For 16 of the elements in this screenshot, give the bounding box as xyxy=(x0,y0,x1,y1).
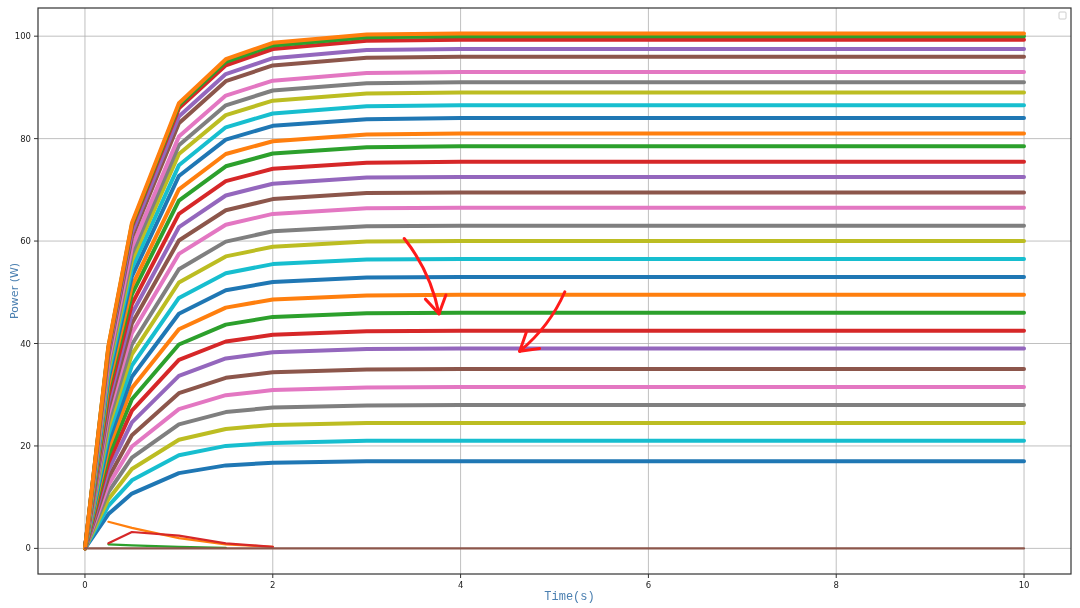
y-tick-label: 20 xyxy=(20,440,31,451)
x-tick-label: 6 xyxy=(645,580,652,590)
x-tick-label: 0 xyxy=(82,580,88,590)
y-axis-label: Power (W) xyxy=(8,262,21,320)
x-tick-label: 10 xyxy=(1018,580,1030,590)
arrow-drawing xyxy=(518,290,567,353)
y-tick-label: 100 xyxy=(14,31,31,42)
x-tick-label: 4 xyxy=(457,580,464,590)
legend-box xyxy=(1058,11,1067,20)
y-tick-label: 0 xyxy=(25,543,31,554)
y-tick-label: 80 xyxy=(20,133,31,144)
x-axis-label: Time(s) xyxy=(544,590,595,604)
y-tick-label: 40 xyxy=(20,338,31,349)
x-tick-label: 2 xyxy=(270,580,276,590)
x-tick-label: 8 xyxy=(833,580,839,590)
y-tick-label: 60 xyxy=(20,236,31,247)
